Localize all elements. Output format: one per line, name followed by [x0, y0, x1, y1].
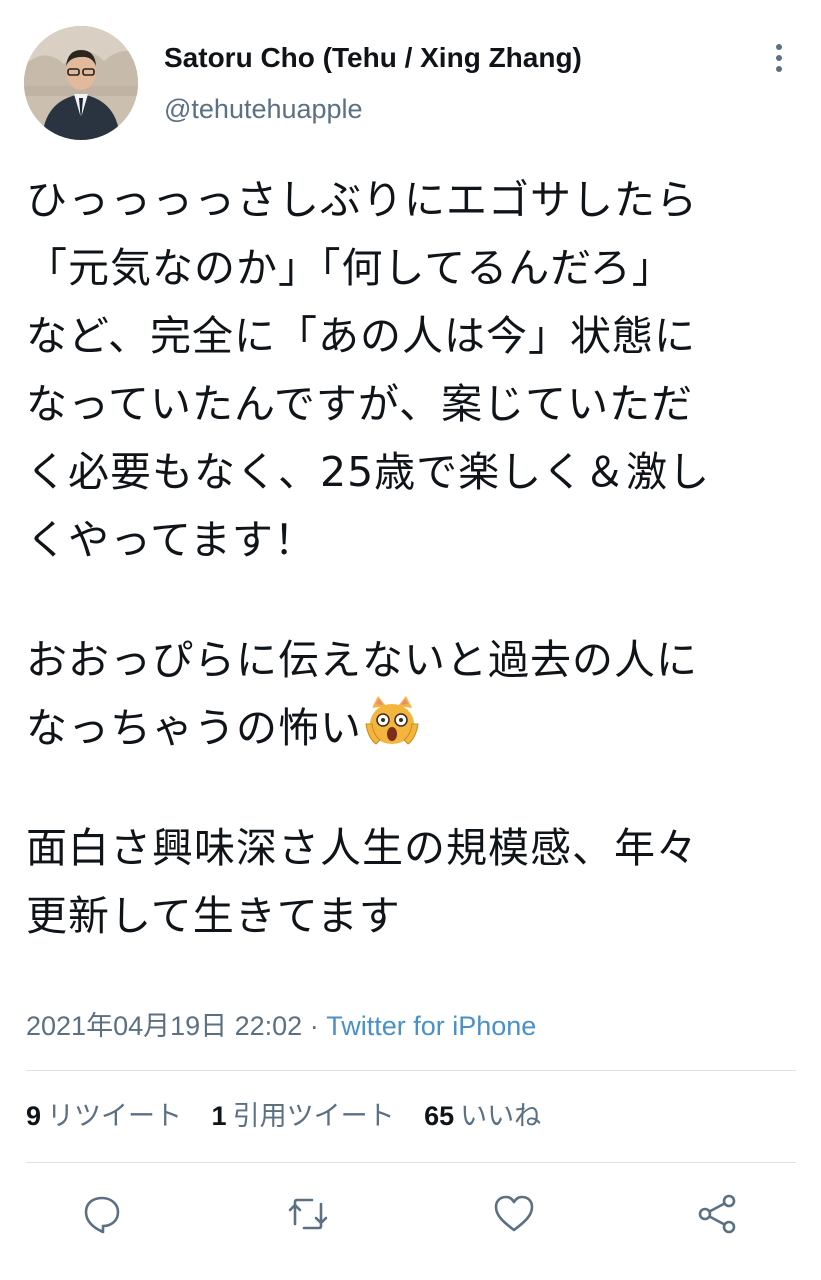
reply-button[interactable]: [78, 1190, 126, 1238]
tweet-line: ひっっっっさしぶりにエゴサしたら: [26, 176, 698, 224]
share-button[interactable]: [694, 1190, 742, 1238]
tweet-source-link[interactable]: Twitter for iPhone: [326, 1011, 536, 1041]
tweet-timestamp[interactable]: 2021年04月19日 22:02: [26, 1011, 302, 1041]
author-display-name[interactable]: Satoru Cho (Tehu / Xing Zhang): [164, 40, 582, 76]
avatar-photo: [24, 26, 138, 140]
tweet-line: 面白さ興味深さ人生の規模感、年々: [26, 824, 698, 872]
tweet-line: なっていたんですが、案じていただ: [26, 380, 694, 428]
scream-cat-emoji-icon: [364, 694, 420, 750]
tweet-line: おおっぴらに伝えないと過去の人に: [26, 636, 698, 684]
tweet-line: 更新して生きてます: [26, 892, 401, 940]
meta-separator: ·: [302, 1011, 327, 1041]
tweet-line: くやってます！: [26, 516, 316, 564]
more-vertical-icon: [776, 44, 782, 72]
quote-tweets-stat[interactable]: 1 引用ツイート: [212, 1101, 395, 1131]
heart-icon: [494, 1195, 534, 1232]
tweet-line: など、完全に「あの人は今」状態に: [26, 312, 696, 360]
retweet-button[interactable]: [284, 1190, 332, 1238]
reply-icon: [84, 1196, 120, 1234]
tweet-stats: 9 リツイート 1 引用ツイート 65 いいね: [26, 1096, 563, 1136]
likes-stat[interactable]: 65 いいね: [424, 1101, 541, 1131]
retweets-count: 9: [26, 1101, 42, 1131]
divider: [26, 1070, 796, 1071]
author-handle[interactable]: @tehutehuapple: [164, 92, 363, 126]
more-options-button[interactable]: [762, 38, 796, 78]
tweet-line-text: なっちゃうの怖い: [26, 704, 362, 752]
share-icon: [698, 1194, 736, 1234]
tweet-line-with-emoji: なっちゃうの怖い: [26, 694, 806, 762]
divider: [26, 1162, 796, 1163]
tweet-line: く必要もなく、25歳で楽しく＆激し: [26, 448, 711, 496]
tweet-meta: 2021年04月19日 22:02 · Twitter for iPhone: [26, 1006, 536, 1046]
like-button[interactable]: [490, 1190, 538, 1238]
likes-label: いいね: [460, 1101, 542, 1131]
retweets-label: リツイート: [47, 1101, 183, 1131]
retweets-stat[interactable]: 9 リツイート: [26, 1101, 182, 1131]
tweet-text: ひっっっっさしぶりにエゴサしたら 「元気なのか」「何してるんだろ」 など、完全に…: [26, 166, 806, 950]
retweet-icon: [288, 1198, 328, 1230]
likes-count: 65: [424, 1101, 455, 1131]
tweet-line: 「元気なのか」「何してるんだろ」: [26, 244, 674, 292]
avatar[interactable]: [24, 26, 138, 140]
quote-tweets-label: 引用ツイート: [232, 1101, 395, 1131]
quote-tweets-count: 1: [211, 1101, 227, 1131]
